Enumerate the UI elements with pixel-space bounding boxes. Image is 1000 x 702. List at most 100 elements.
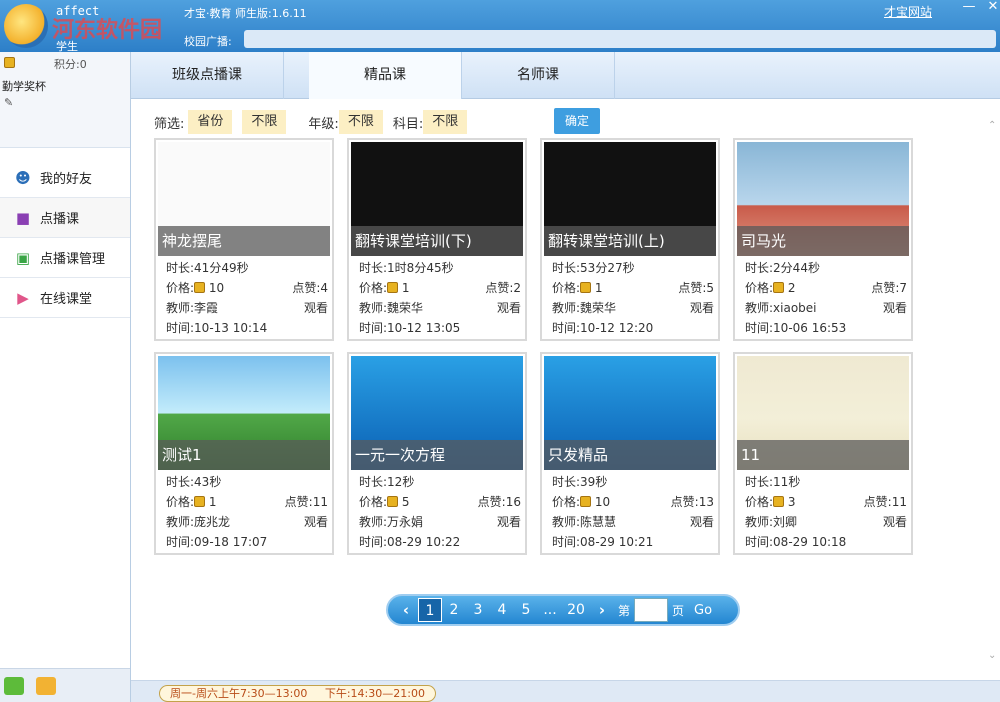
nav-item-video-course[interactable]: ■ 点播课 <box>0 198 130 238</box>
time-label: 时间: <box>745 321 774 335</box>
duration-value: 39秒 <box>580 475 608 489</box>
course-card[interactable]: 翻转课堂培训(下) 时长:1时8分45秒 价格: 1 点赞:2 教师:魏荣华 观看 时间:1… <box>347 138 527 341</box>
duration-row: 时长:41分49秒 <box>166 258 249 278</box>
course-card[interactable]: 神龙摆尾 时长:41分49秒 价格: 10 点赞:4 教师:李霞 观看 时间:10-13 1… <box>154 138 334 341</box>
price-row: 价格: 10 <box>166 278 224 298</box>
teacher-label: 教师: <box>359 515 388 529</box>
website-link[interactable]: 才宝网站 <box>884 3 932 20</box>
likes-label: 点赞: <box>678 281 707 295</box>
prev-page-button[interactable]: ‹ <box>394 598 418 622</box>
likes-value: 11 <box>891 495 907 509</box>
course-card[interactable]: 一元一次方程 时长:12秒 价格: 5 点赞:16 教师:万永娟 观看 时间:08-29 1… <box>347 352 527 555</box>
teacher-row: 教师:魏荣华 <box>359 298 423 318</box>
tab-premium-courses[interactable]: 精品课 <box>309 52 462 99</box>
page-prefix: 第 <box>618 603 631 618</box>
course-thumbnail[interactable]: 翻转课堂培训(下) <box>351 142 523 256</box>
time-row: 时间:08-29 10:22 <box>359 532 460 552</box>
time-row: 时间:08-29 10:21 <box>552 532 653 552</box>
course-card[interactable]: 只发精品 时长:39秒 价格: 10 点赞:13 教师:陈慧慧 观看 时间:08-29 10… <box>540 352 720 555</box>
page-3[interactable]: 3 <box>466 598 490 622</box>
nav-item-label: 我的好友 <box>40 172 93 187</box>
next-page-button[interactable]: › <box>590 598 614 622</box>
duration-label: 时长: <box>166 261 195 275</box>
duration-label: 时长: <box>552 261 581 275</box>
teacher-value: 陈慧慧 <box>580 515 617 529</box>
time-row: 时间:09-18 17:07 <box>166 532 267 552</box>
time-label: 时间: <box>552 535 581 549</box>
time-value: 09-18 17:07 <box>194 535 268 549</box>
folder-icon[interactable] <box>36 677 56 695</box>
course-title: 司马光 <box>737 226 909 256</box>
price-value: 1 <box>208 495 217 509</box>
broadcast-label: 校园广播: <box>184 35 232 48</box>
coin-icon <box>580 282 592 293</box>
course-thumbnail[interactable]: 一元一次方程 <box>351 356 523 470</box>
course-card[interactable]: 11 时长:11秒 价格: 3 点赞:11 教师:刘卿 观看 时间:08-29 10:18 <box>733 352 913 555</box>
price-row: 价格: 2 <box>745 278 796 298</box>
course-card[interactable]: 测试1 时长:43秒 价格: 1 点赞:11 教师:庞兆龙 观看 时间:09-18 17:0… <box>154 352 334 555</box>
watch-button[interactable]: 观看 <box>497 512 521 532</box>
tab-famous-teacher-courses[interactable]: 名师课 <box>462 52 615 99</box>
tab-class-courses[interactable]: 班级点播课 <box>131 52 284 99</box>
chat-icon[interactable] <box>4 677 24 695</box>
duration-row: 时长:39秒 <box>552 472 607 492</box>
course-info: 时长:1时8分45秒 价格: 1 点赞:2 教师:魏荣华 观看 时间:10-12 13:0… <box>359 258 521 338</box>
page-20[interactable]: 20 <box>562 598 590 622</box>
nav-item-online-class[interactable]: ▶ 在线课堂 <box>0 278 130 318</box>
watch-button[interactable]: 观看 <box>690 512 714 532</box>
close-button[interactable]: ✕ <box>982 0 1000 16</box>
page-2[interactable]: 2 <box>442 598 466 622</box>
price-value: 1 <box>594 281 603 295</box>
course-thumbnail[interactable]: 神龙摆尾 <box>158 142 330 256</box>
price-row: 价格: 1 <box>359 278 410 298</box>
watch-button[interactable]: 观看 <box>883 512 907 532</box>
time-row: 时间:10-12 12:20 <box>552 318 653 338</box>
nav-item-friends[interactable]: ☻ 我的好友 <box>0 158 130 198</box>
course-thumbnail[interactable]: 司马光 <box>737 142 909 256</box>
province-select[interactable]: 不限 <box>242 110 287 134</box>
course-card[interactable]: 翻转课堂培训(上) 时长:53分27秒 价格: 1 点赞:5 教师:魏荣华 观看 时间:10… <box>540 138 720 341</box>
subject-select[interactable]: 不限 <box>423 110 468 134</box>
grade-select[interactable]: 不限 <box>338 110 383 134</box>
broadcast-ticker <box>244 30 996 48</box>
minimize-button[interactable]: — <box>958 0 980 16</box>
price-label: 价格: <box>552 495 581 509</box>
course-thumbnail[interactable]: 翻转课堂培训(上) <box>544 142 716 256</box>
scroll-down-icon[interactable]: ⌄ <box>988 650 998 661</box>
watch-button[interactable]: 观看 <box>883 298 907 318</box>
course-title: 翻转课堂培训(上) <box>544 226 716 256</box>
confirm-button[interactable]: 确定 <box>554 108 600 134</box>
page-4[interactable]: 4 <box>490 598 514 622</box>
course-card[interactable]: 司马光 时长:2分44秒 价格: 2 点赞:7 教师:xiaobei 观看 时间:10-06… <box>733 138 913 341</box>
friends-icon: ☻ <box>15 168 31 187</box>
sidebar-footer <box>0 668 130 702</box>
watch-button[interactable]: 观看 <box>690 298 714 318</box>
filter-bar: 筛选: 省份 不限 年级: 不限 科目: 不限 <box>154 110 477 134</box>
duration-label: 时长: <box>359 261 388 275</box>
go-button[interactable]: Go <box>694 603 712 618</box>
course-info: 时长:11秒 价格: 3 点赞:11 教师:刘卿 观看 时间:08-29 10:18 <box>745 472 907 552</box>
grade-label: 年级: <box>308 116 339 132</box>
page-1[interactable]: 1 <box>418 598 442 622</box>
duration-label: 时长: <box>166 475 195 489</box>
duration-label: 时长: <box>745 261 774 275</box>
edit-icon[interactable]: ✎ <box>4 96 13 109</box>
duration-label: 时长: <box>552 475 581 489</box>
filter-label: 筛选: <box>154 116 185 132</box>
time-label: 时间: <box>552 321 581 335</box>
watch-button[interactable]: 观看 <box>304 512 328 532</box>
course-thumbnail[interactable]: 11 <box>737 356 909 470</box>
page-number-input[interactable] <box>634 598 669 622</box>
watch-button[interactable]: 观看 <box>304 298 328 318</box>
watch-button[interactable]: 观看 <box>497 298 521 318</box>
likes-row: 点赞:5 <box>678 278 714 298</box>
teacher-label: 教师: <box>745 515 774 529</box>
page-5[interactable]: 5 <box>514 598 538 622</box>
price-label: 价格: <box>552 281 581 295</box>
time-label: 时间: <box>359 321 388 335</box>
scroll-up-icon[interactable]: ⌃ <box>988 120 998 131</box>
course-thumbnail[interactable]: 只发精品 <box>544 356 716 470</box>
time-value: 10-12 12:20 <box>580 321 654 335</box>
course-thumbnail[interactable]: 测试1 <box>158 356 330 470</box>
nav-item-course-manage[interactable]: ▣ 点播课管理 <box>0 238 130 278</box>
